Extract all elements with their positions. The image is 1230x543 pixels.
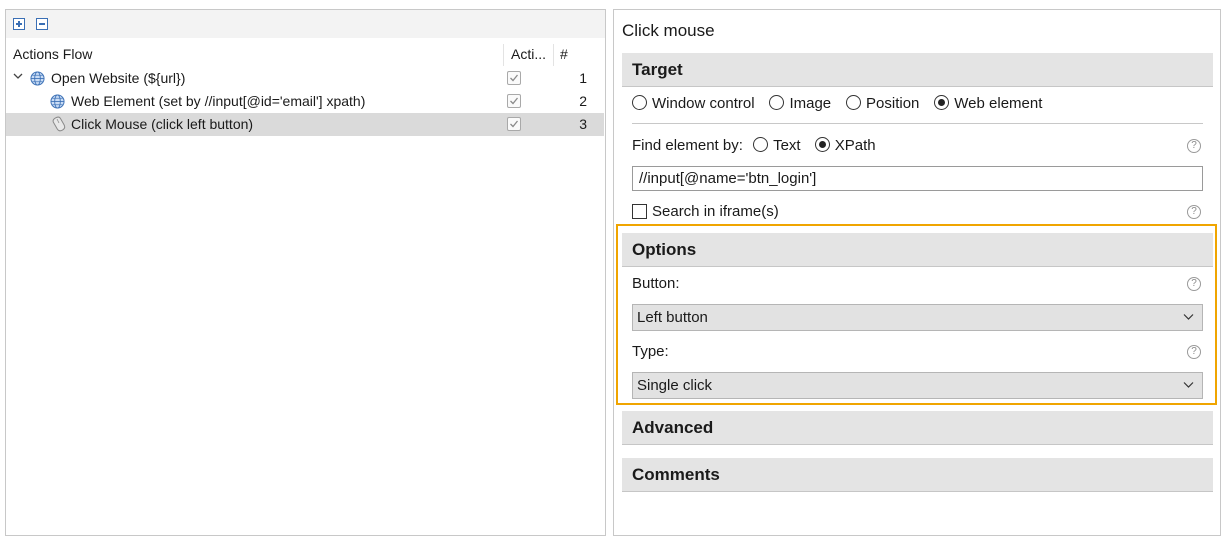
section-heading: Target <box>632 60 683 79</box>
chevron-down-icon[interactable] <box>13 70 23 84</box>
advanced-section-header[interactable]: Advanced <box>622 411 1213 445</box>
radio-label: Window control <box>652 95 755 112</box>
tree-row-label: Web Element (set by //input[@id='email']… <box>71 93 366 109</box>
radio-image[interactable]: Image <box>769 95 831 112</box>
type-select[interactable]: Single click <box>632 372 1203 399</box>
radio-label: Image <box>789 95 832 112</box>
help-icon[interactable]: ? <box>1187 139 1201 153</box>
column-number[interactable]: # <box>560 46 568 62</box>
tree-row-open-website[interactable]: Open Website (${url}) 1 <box>6 67 604 90</box>
target-type-radios: Window control Image Position Web elemen… <box>632 95 1053 112</box>
tree-row-label: Click Mouse (click left button) <box>71 116 254 132</box>
xpath-input[interactable]: //input[@name='btn_login'] <box>632 166 1203 191</box>
row-number: 1 <box>579 70 587 86</box>
options-section-header[interactable]: Options <box>622 233 1213 267</box>
row-number: 3 <box>579 116 587 132</box>
tree-row-web-element[interactable]: Web Element (set by //input[@id='email']… <box>6 90 604 113</box>
radio-xpath[interactable]: XPath <box>814 137 876 154</box>
radio-button[interactable] <box>814 137 830 152</box>
radio-button[interactable] <box>846 95 862 110</box>
radio-label: Position <box>866 95 920 112</box>
radio-web-element[interactable]: Web element <box>934 95 1042 112</box>
search-iframe-label: Search in iframe(s) <box>652 203 779 220</box>
active-checkbox[interactable] <box>507 94 521 108</box>
radio-button[interactable] <box>632 95 647 110</box>
tree-toolbar <box>6 10 605 38</box>
globe-icon <box>50 94 65 109</box>
help-icon[interactable]: ? <box>1187 345 1201 359</box>
find-element-by-label: Find element by: Text XPath <box>632 137 876 154</box>
radio-label: Text <box>773 137 801 154</box>
select-value: Left button <box>637 309 708 326</box>
mouse-icon <box>52 116 66 132</box>
column-actions-flow[interactable]: Actions Flow <box>13 46 92 62</box>
radio-label: XPath <box>834 137 876 154</box>
chevron-down-icon <box>1183 382 1194 388</box>
radio-label: Web element <box>954 95 1043 112</box>
radio-position[interactable]: Position <box>846 95 919 112</box>
type-label: Type: <box>632 343 669 360</box>
properties-panel: Click mouse Target Window control Image … <box>613 9 1221 536</box>
button-select[interactable]: Left button <box>632 304 1203 331</box>
radio-text[interactable]: Text <box>753 137 801 154</box>
expand-all-icon[interactable] <box>13 18 25 30</box>
find-by-label-text: Find element by: <box>632 137 743 154</box>
section-heading: Comments <box>632 465 720 484</box>
divider <box>632 123 1203 124</box>
collapse-all-icon[interactable] <box>36 18 48 30</box>
actions-flow-panel: Actions Flow Acti... # Open Website (${u… <box>5 9 606 536</box>
radio-button[interactable] <box>934 95 950 110</box>
help-icon[interactable]: ? <box>1187 205 1201 219</box>
active-checkbox[interactable] <box>507 71 521 85</box>
column-active[interactable]: Acti... <box>511 46 546 62</box>
button-label: Button: <box>632 275 680 292</box>
target-section-header[interactable]: Target <box>622 53 1213 87</box>
radio-button[interactable] <box>769 95 785 110</box>
select-value: Single click <box>637 377 713 394</box>
section-heading: Options <box>632 240 697 259</box>
panel-title: Click mouse <box>622 21 715 40</box>
radio-button[interactable] <box>753 137 769 152</box>
search-iframe-checkbox[interactable] <box>632 204 647 219</box>
help-icon[interactable]: ? <box>1187 277 1201 291</box>
tree-row-click-mouse[interactable]: Click Mouse (click left button) 3 <box>6 113 604 136</box>
chevron-down-icon <box>1183 314 1194 320</box>
active-checkbox[interactable] <box>507 117 521 131</box>
section-heading: Advanced <box>632 418 714 437</box>
tree-row-label: Open Website (${url}) <box>51 70 186 86</box>
radio-window-control[interactable]: Window control <box>632 95 755 112</box>
globe-icon <box>30 71 45 86</box>
tree-header: Actions Flow Acti... # <box>6 44 605 66</box>
row-number: 2 <box>579 93 587 109</box>
comments-section-header[interactable]: Comments <box>622 458 1213 492</box>
